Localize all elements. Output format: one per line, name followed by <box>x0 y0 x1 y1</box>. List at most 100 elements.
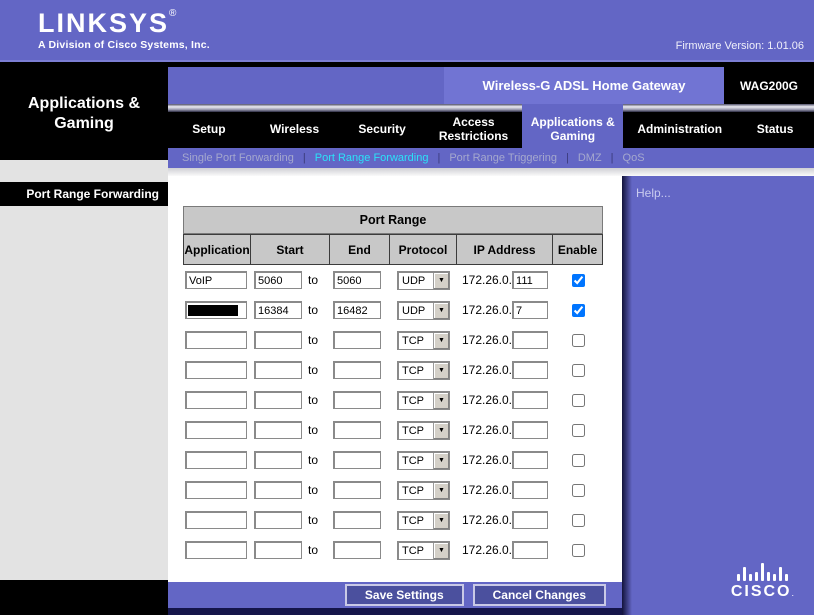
table-rows: to UDP ▼ 172.26.0. to <box>183 265 603 565</box>
end-port-input[interactable] <box>333 271 381 289</box>
start-port-input[interactable] <box>254 271 302 289</box>
subnav-single-port-forwarding[interactable]: Single Port Forwarding <box>182 152 294 164</box>
application-input[interactable] <box>185 451 247 469</box>
subnav-separator: | <box>437 152 440 164</box>
enable-checkbox[interactable] <box>572 334 585 347</box>
protocol-value: TCP <box>399 423 433 439</box>
enable-checkbox[interactable] <box>572 484 585 497</box>
enable-checkbox[interactable] <box>572 394 585 407</box>
enable-checkbox[interactable] <box>572 304 585 317</box>
to-label: to <box>308 363 318 377</box>
dropdown-arrow-icon: ▼ <box>433 513 449 529</box>
application-input[interactable] <box>185 391 247 409</box>
end-port-input[interactable] <box>333 451 381 469</box>
enable-checkbox[interactable] <box>572 424 585 437</box>
enable-checkbox[interactable] <box>572 274 585 287</box>
protocol-select[interactable]: TCP ▼ <box>397 451 450 470</box>
tab-security[interactable]: Security <box>339 112 425 148</box>
application-input[interactable] <box>185 481 247 499</box>
router-admin-page: LINKSYS® A Division of Cisco Systems, In… <box>0 0 814 615</box>
cisco-logo: CISCO. <box>731 561 794 601</box>
start-port-input[interactable] <box>254 331 302 349</box>
start-port-input[interactable] <box>254 451 302 469</box>
enable-checkbox[interactable] <box>572 544 585 557</box>
dropdown-arrow-icon: ▼ <box>433 303 449 319</box>
start-port-input[interactable] <box>254 301 302 319</box>
application-input[interactable] <box>185 331 247 349</box>
application-input[interactable] <box>185 511 247 529</box>
footer-bottom-edge <box>168 608 622 615</box>
ip-suffix-input[interactable] <box>512 361 548 379</box>
end-port-input[interactable] <box>333 331 381 349</box>
tab-wireless[interactable]: Wireless <box>250 112 340 148</box>
linksys-logo-text: LINKSYS <box>38 8 169 38</box>
enable-checkbox[interactable] <box>572 514 585 527</box>
application-input[interactable] <box>185 361 247 379</box>
subnav-port-range-triggering[interactable]: Port Range Triggering <box>449 152 557 164</box>
end-port-input[interactable] <box>333 301 381 319</box>
ip-suffix-input[interactable] <box>512 301 548 319</box>
end-port-input[interactable] <box>333 511 381 529</box>
tab-status[interactable]: Status <box>736 112 814 148</box>
start-port-input[interactable] <box>254 391 302 409</box>
product-name: Wireless-G ADSL Home Gateway <box>444 67 724 104</box>
protocol-select[interactable]: UDP ▼ <box>397 301 450 320</box>
tab-applications-gaming[interactable]: Applications & Gaming <box>522 104 623 148</box>
linksys-logo: LINKSYS® A Division of Cisco Systems, In… <box>38 8 210 51</box>
dropdown-arrow-icon: ▼ <box>433 543 449 559</box>
ip-prefix-label: 172.26.0. <box>462 273 512 287</box>
end-port-input[interactable] <box>333 391 381 409</box>
protocol-value: TCP <box>399 393 433 409</box>
protocol-value: TCP <box>399 543 433 559</box>
protocol-select[interactable]: TCP ▼ <box>397 391 450 410</box>
ip-suffix-input[interactable] <box>512 481 548 499</box>
start-port-input[interactable] <box>254 481 302 499</box>
tab-setup[interactable]: Setup <box>168 112 250 148</box>
to-label: to <box>308 273 318 287</box>
save-settings-button[interactable]: Save Settings <box>345 584 464 606</box>
end-port-input[interactable] <box>333 481 381 499</box>
start-port-input[interactable] <box>254 361 302 379</box>
subnav-qos[interactable]: QoS <box>623 152 645 164</box>
end-port-input[interactable] <box>333 361 381 379</box>
ip-suffix-input[interactable] <box>512 451 548 469</box>
tab-access-restrictions[interactable]: Access Restrictions <box>425 112 522 148</box>
cancel-changes-button[interactable]: Cancel Changes <box>473 584 606 606</box>
column-header-start: Start <box>251 234 330 265</box>
application-input[interactable] <box>185 421 247 439</box>
ip-suffix-input[interactable] <box>512 511 548 529</box>
start-port-input[interactable] <box>254 511 302 529</box>
ip-suffix-input[interactable] <box>512 331 548 349</box>
protocol-select[interactable]: TCP ▼ <box>397 481 450 500</box>
protocol-select[interactable]: TCP ▼ <box>397 421 450 440</box>
ip-prefix-label: 172.26.0. <box>462 453 512 467</box>
subnav-port-range-forwarding[interactable]: Port Range Forwarding <box>315 152 429 164</box>
column-header-enable: Enable <box>553 234 603 265</box>
protocol-select[interactable]: TCP ▼ <box>397 331 450 350</box>
end-port-input[interactable] <box>333 541 381 559</box>
protocol-value: TCP <box>399 333 433 349</box>
protocol-select[interactable]: TCP ▼ <box>397 361 450 380</box>
ip-suffix-input[interactable] <box>512 391 548 409</box>
enable-checkbox[interactable] <box>572 454 585 467</box>
ip-suffix-input[interactable] <box>512 541 548 559</box>
tab-administration[interactable]: Administration <box>623 112 736 148</box>
end-port-input[interactable] <box>333 421 381 439</box>
protocol-select[interactable]: TCP ▼ <box>397 541 450 560</box>
ip-suffix-input[interactable] <box>512 271 548 289</box>
subnav-dmz[interactable]: DMZ <box>578 152 602 164</box>
left-sidebar <box>0 160 168 580</box>
start-port-input[interactable] <box>254 541 302 559</box>
protocol-select[interactable]: UDP ▼ <box>397 271 450 290</box>
ip-prefix-label: 172.26.0. <box>462 483 512 497</box>
application-input[interactable] <box>185 541 247 559</box>
enable-checkbox[interactable] <box>572 364 585 377</box>
ip-prefix-label: 172.26.0. <box>462 543 512 557</box>
help-link[interactable]: Help... <box>636 186 671 200</box>
ip-prefix-label: 172.26.0. <box>462 363 512 377</box>
ip-suffix-input[interactable] <box>512 421 548 439</box>
protocol-select[interactable]: TCP ▼ <box>397 511 450 530</box>
table-header-row: Application Start End Protocol IP Addres… <box>183 234 603 265</box>
application-input[interactable] <box>185 271 247 289</box>
start-port-input[interactable] <box>254 421 302 439</box>
